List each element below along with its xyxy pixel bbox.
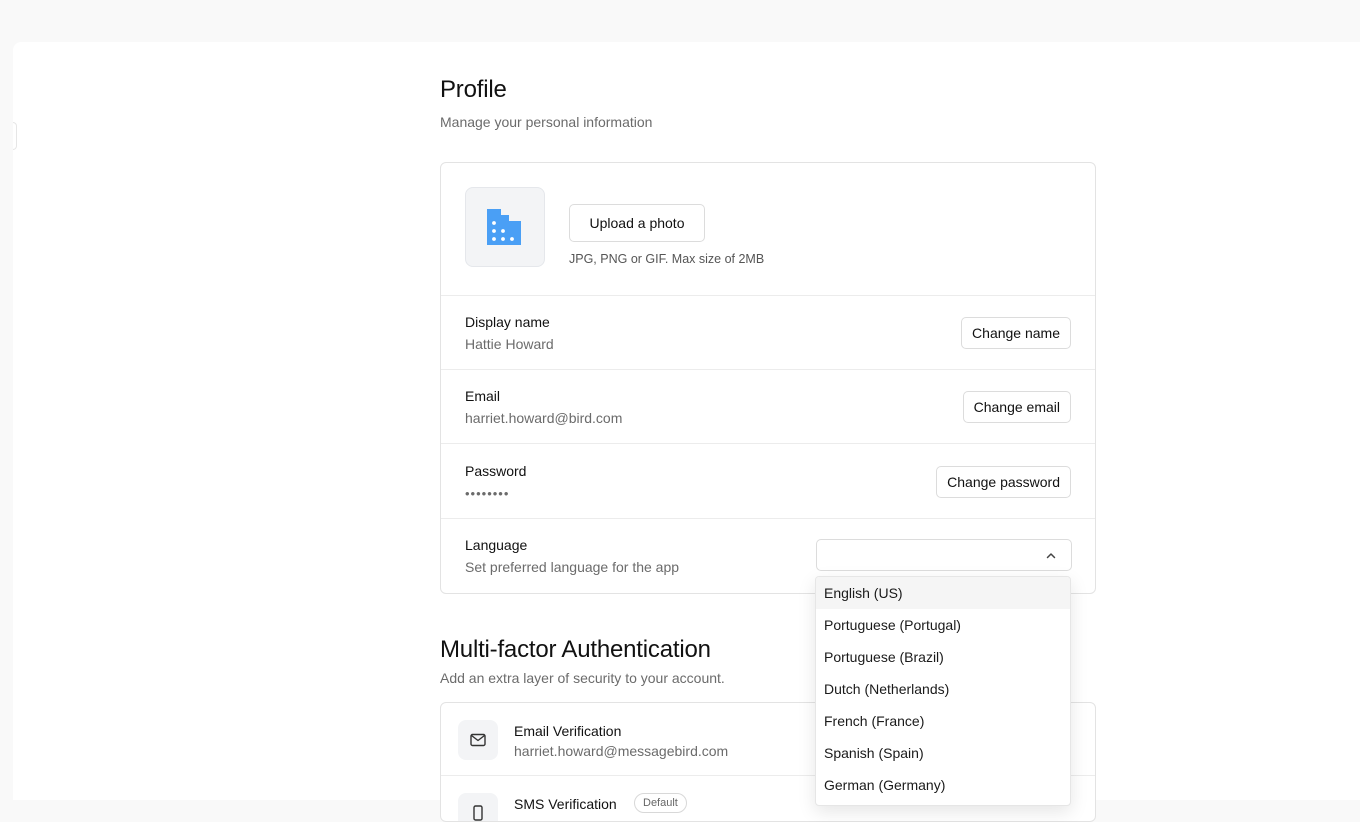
change-email-button[interactable]: Change email: [962, 391, 1071, 423]
building-icon: [487, 209, 521, 245]
password-label: Password: [465, 463, 527, 479]
language-option[interactable]: French (France): [816, 705, 1070, 737]
mfa-email-detail: harriet.howard@messagebird.com: [514, 743, 729, 759]
change-name-button[interactable]: Change name: [961, 317, 1071, 349]
profile-subtitle: Manage your personal information: [440, 114, 653, 130]
mfa-subtitle: Add an extra layer of security to your a…: [440, 670, 725, 686]
mfa-title: Multi-factor Authentication: [440, 636, 711, 663]
display-name-row: Display name Hattie Howard Change name: [441, 296, 1095, 370]
email-row: Email harriet.howard@bird.com Change ema…: [441, 370, 1095, 444]
upload-hint: JPG, PNG or GIF. Max size of 2MB: [569, 252, 765, 266]
language-option[interactable]: Dutch (Netherlands): [816, 673, 1070, 705]
mfa-email-icon-wrap: [458, 720, 498, 760]
sidebar-collapse-handle[interactable]: [13, 122, 17, 150]
photo-row: Upload a photo JPG, PNG or GIF. Max size…: [441, 163, 1095, 296]
email-label: Email: [465, 388, 501, 404]
language-option[interactable]: German (Germany): [816, 769, 1070, 801]
language-option[interactable]: Portuguese (Brazil): [816, 641, 1070, 673]
language-label: Language: [465, 537, 528, 553]
language-option[interactable]: Spanish (Spain): [816, 737, 1070, 769]
change-password-button[interactable]: Change password: [936, 466, 1071, 498]
mfa-email-title: Email Verification: [514, 723, 622, 739]
chevron-up-icon: [1046, 553, 1056, 559]
mfa-sms-title: SMS Verification: [514, 796, 617, 812]
language-select[interactable]: [816, 539, 1072, 571]
language-description: Set preferred language for the app: [465, 559, 680, 575]
phone-icon: [473, 805, 483, 821]
language-option[interactable]: English (US): [816, 577, 1070, 609]
avatar: [465, 187, 545, 267]
profile-card: Upload a photo JPG, PNG or GIF. Max size…: [440, 162, 1096, 594]
display-name-value: Hattie Howard: [465, 336, 554, 352]
language-option[interactable]: Portuguese (Portugal): [816, 609, 1070, 641]
email-value: harriet.howard@bird.com: [465, 410, 623, 426]
mail-icon: [470, 733, 486, 747]
mfa-sms-icon-wrap: [458, 793, 498, 821]
password-value: ••••••••: [465, 486, 510, 501]
upload-photo-button[interactable]: Upload a photo: [569, 204, 705, 242]
language-dropdown: English (US) Portuguese (Portugal) Portu…: [815, 576, 1071, 806]
default-badge: Default: [634, 793, 687, 813]
display-name-label: Display name: [465, 314, 550, 330]
profile-title: Profile: [440, 76, 507, 103]
password-row: Password •••••••• Change password: [441, 445, 1095, 519]
